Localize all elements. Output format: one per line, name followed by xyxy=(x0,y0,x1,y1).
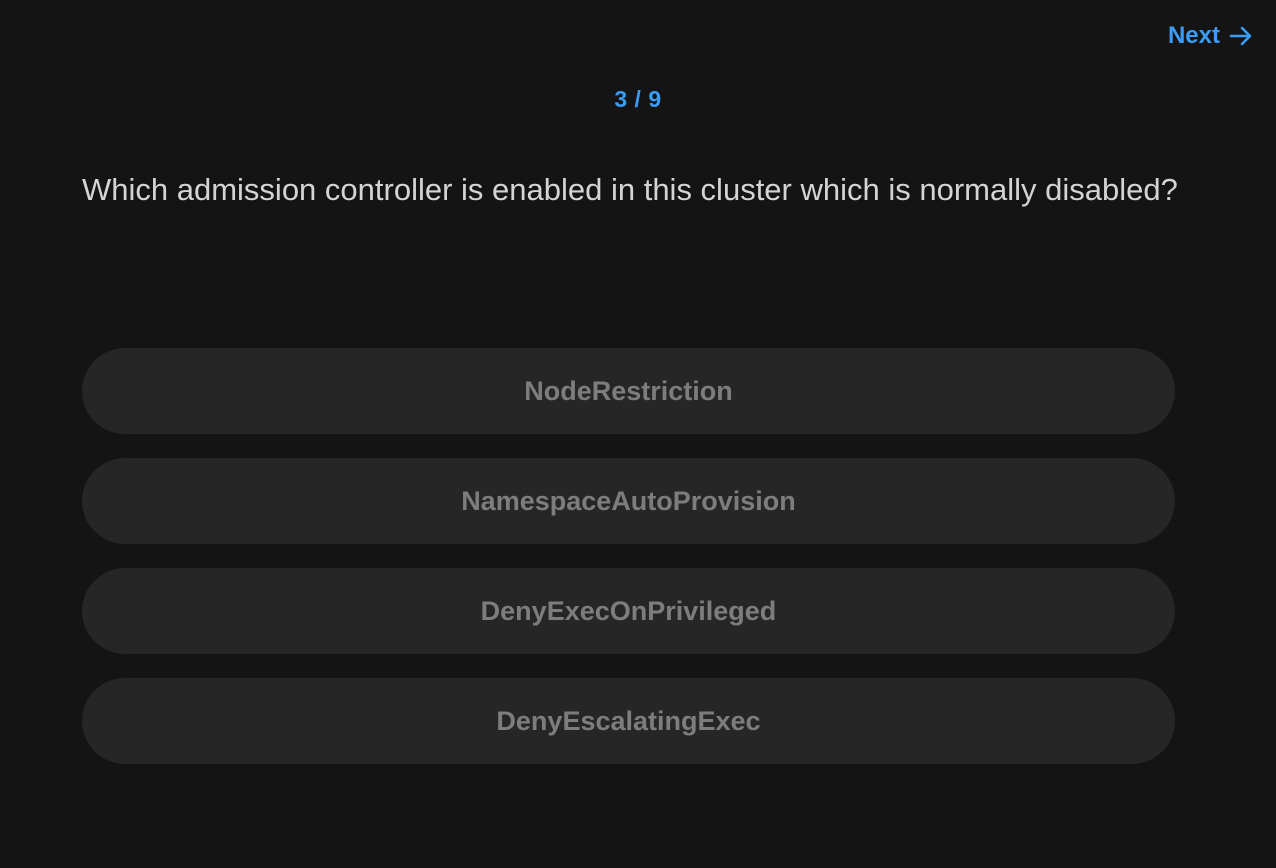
answer-option[interactable]: DenyExecOnPrivileged xyxy=(82,568,1175,654)
question-progress: 3 / 9 xyxy=(614,86,662,112)
answer-option[interactable]: DenyEscalatingExec xyxy=(82,678,1175,764)
next-label: Next xyxy=(1167,22,1220,49)
next-button[interactable]: Next xyxy=(1168,18,1254,54)
answer-option[interactable]: NodeRestriction xyxy=(82,348,1175,434)
answer-option[interactable]: NamespaceAutoProvision xyxy=(82,458,1175,544)
quiz-page: Next 3 / 9 Which admission controller is… xyxy=(0,0,1276,868)
answer-options: NodeRestriction NamespaceAutoProvision D… xyxy=(82,348,1175,764)
arrow-right-icon xyxy=(1228,23,1254,49)
question-text: Which admission controller is enabled in… xyxy=(82,172,1178,207)
